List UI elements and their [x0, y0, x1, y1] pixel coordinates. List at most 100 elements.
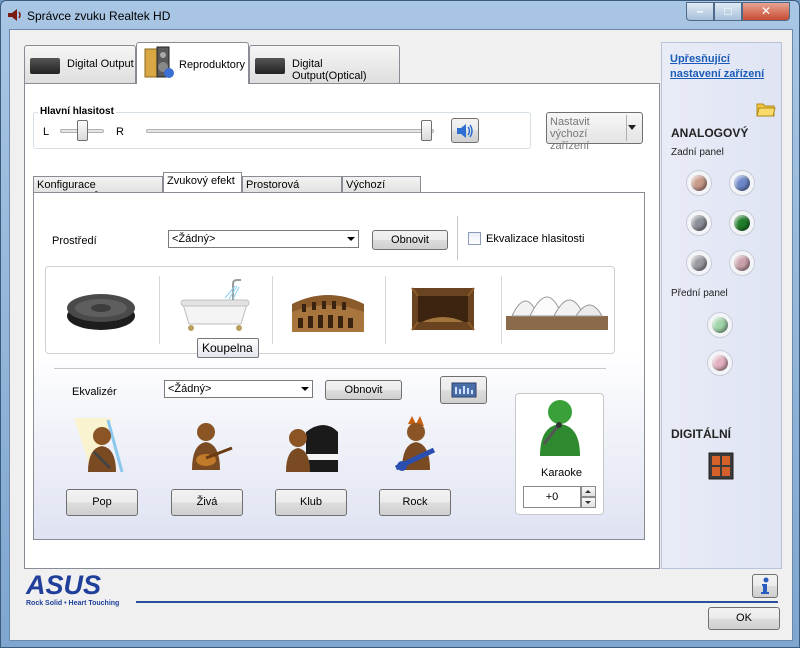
env-cave-icon[interactable]: [408, 282, 478, 336]
environment-select-value: <Žádný>: [172, 233, 216, 245]
equalizer-select[interactable]: <Žádný>: [164, 380, 313, 398]
spdif-port-icon[interactable]: [708, 452, 734, 480]
set-default-label: Nastavit výchozí zařízení: [550, 116, 590, 152]
set-default-device-button[interactable]: Nastavit výchozí zařízení: [546, 112, 643, 152]
tab-default-format[interactable]: Výchozí formát: [342, 176, 421, 203]
digital-heading: DIGITÁLNÍ: [671, 427, 731, 441]
env-stone-disc-icon[interactable]: [64, 286, 138, 336]
speaker-icon: [8, 9, 21, 21]
pop-preset-icon: [74, 418, 124, 474]
advanced-settings-link[interactable]: Upřesňující nastavení zařízení: [670, 52, 782, 82]
tab-room-correction[interactable]: Prostorová korekce: [242, 176, 342, 203]
balance-left-label: L: [43, 126, 50, 138]
karaoke-label: Karaoke: [541, 467, 582, 479]
loudness-checkbox-label[interactable]: Ekvalizace hlasitosti: [486, 233, 584, 245]
close-button[interactable]: ✕: [742, 2, 790, 21]
live-preset-button[interactable]: Živá: [171, 489, 243, 516]
preset-label: Živá: [196, 496, 218, 508]
close-icon: ✕: [760, 4, 772, 18]
divider: [272, 276, 273, 344]
preset-label: Klub: [299, 496, 323, 508]
maximize-button[interactable]: □: [714, 2, 742, 21]
back-jack-6[interactable]: [729, 250, 755, 276]
volume-slider-track[interactable]: [146, 129, 434, 133]
mute-button[interactable]: [451, 118, 479, 143]
back-jack-5[interactable]: [686, 250, 712, 276]
footer-divider: [136, 601, 778, 603]
connector-side-panel: [661, 42, 782, 569]
karaoke-down-button[interactable]: [581, 497, 596, 508]
rock-preset-icon: [394, 416, 436, 471]
folder-icon[interactable]: [756, 100, 776, 118]
tab-label: Zvukový efekt: [167, 175, 235, 187]
tab-label: Digital Output(Optical): [292, 58, 367, 82]
back-jack-3[interactable]: [686, 210, 712, 236]
dropdown-divider: [626, 115, 627, 141]
loudness-checkbox[interactable]: [468, 232, 481, 245]
tab-speaker-config[interactable]: Konfigurace reproduktorů: [33, 176, 163, 203]
karaoke-value: +0: [545, 491, 559, 503]
environment-tooltip: Koupelna: [197, 338, 259, 358]
chevron-down-icon: [347, 237, 355, 241]
maximize-icon: □: [724, 4, 732, 18]
environment-select[interactable]: <Žádný>: [168, 230, 359, 248]
asus-tagline: Rock Solid • Heart Touching: [26, 600, 119, 607]
env-opera-house-icon[interactable]: [504, 276, 610, 336]
tab-label: Digital Output: [67, 58, 134, 70]
divider: [385, 276, 386, 344]
equalizer-label: Ekvalizér: [72, 386, 117, 398]
tab-digital-output[interactable]: Digital Output: [24, 45, 136, 83]
back-panel-label: Zadní panel: [671, 147, 724, 158]
karaoke-singer-icon: [540, 400, 580, 456]
front-jack-2[interactable]: [707, 350, 733, 376]
asus-logo: ASUS Rock Solid • Heart Touching: [25, 570, 119, 607]
volume-slider-thumb[interactable]: [421, 120, 432, 141]
back-jack-1[interactable]: [686, 170, 712, 196]
window-title: Správce zvuku Realtek HD: [27, 9, 171, 23]
front-panel-label: Přední panel: [671, 288, 728, 299]
chevron-down-icon: [628, 125, 636, 130]
speaker-volume-icon: [457, 124, 473, 138]
chevron-down-icon: [301, 387, 309, 391]
title-bar: Správce zvuku Realtek HD – □ ✕: [1, 1, 799, 29]
asus-logo-text: ASUS: [25, 570, 101, 600]
info-button[interactable]: [752, 574, 778, 598]
live-preset-icon: [192, 423, 233, 470]
env-colosseum-icon[interactable]: [288, 282, 368, 336]
chevron-down-icon: [585, 501, 591, 504]
minimize-icon: –: [696, 4, 704, 18]
balance-slider-thumb[interactable]: [76, 120, 88, 141]
tooltip-text: Koupelna: [202, 341, 253, 355]
pop-preset-button[interactable]: Pop: [66, 489, 138, 516]
tab-sound-effect[interactable]: Zvukový efekt: [163, 172, 242, 192]
environment-label: Prostředí: [52, 235, 97, 247]
rock-preset-button[interactable]: Rock: [379, 489, 451, 516]
graphic-equalizer-button[interactable]: [440, 376, 487, 404]
volume-group-title: Hlavní hlasitost: [38, 106, 116, 117]
back-jack-2[interactable]: [729, 170, 755, 196]
balance-right-label: R: [116, 126, 124, 138]
karaoke-value-input[interactable]: +0: [523, 486, 581, 508]
equalizer-reset-button[interactable]: Obnovit: [325, 380, 402, 400]
divider: [159, 276, 160, 344]
env-bathtub-icon[interactable]: [175, 278, 255, 336]
ok-button[interactable]: OK: [708, 607, 780, 630]
tab-reproduktory[interactable]: Reproduktory: [136, 42, 249, 84]
chevron-up-icon: [585, 490, 591, 493]
equalizer-select-value: <Žádný>: [168, 383, 212, 395]
equalizer-reset-label: Obnovit: [344, 384, 383, 396]
divider: [457, 216, 458, 260]
speakers-icon: [144, 46, 174, 78]
tab-digital-output-optical[interactable]: Digital Output(Optical): [249, 45, 400, 83]
preset-label: Pop: [92, 496, 112, 508]
club-preset-button[interactable]: Klub: [275, 489, 347, 516]
back-jack-4[interactable]: [729, 210, 755, 236]
karaoke-up-button[interactable]: [581, 486, 596, 497]
front-jack-1[interactable]: [707, 312, 733, 338]
ok-label: OK: [736, 612, 752, 624]
optical-output-icon: [255, 58, 285, 74]
environment-reset-button[interactable]: Obnovit: [372, 230, 448, 250]
minimize-button[interactable]: –: [686, 2, 714, 21]
analog-heading: ANALOGOVÝ: [671, 126, 749, 140]
tab-label: Reproduktory: [179, 59, 246, 71]
